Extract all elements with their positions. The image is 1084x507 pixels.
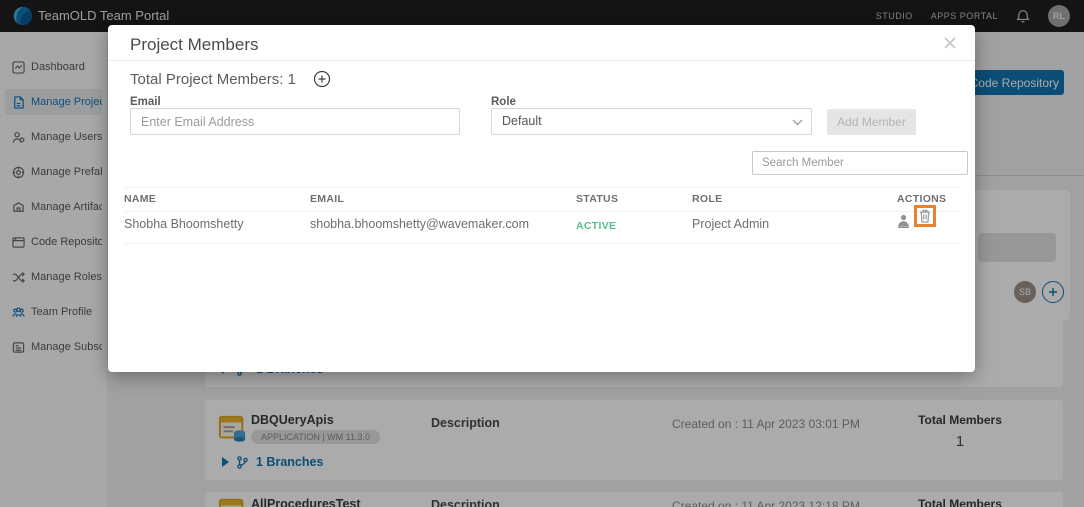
email-label: Email <box>130 96 161 108</box>
role-dropdown[interactable]: Default <box>491 108 812 135</box>
column-header-name: NAME <box>124 193 156 205</box>
total-members-row: Total Project Members: 1 <box>130 71 296 88</box>
search-member-input[interactable] <box>752 151 968 175</box>
add-member-button[interactable]: Add Member <box>827 109 916 135</box>
role-label: Role <box>491 96 516 108</box>
member-name-cell: Shobha Bhoomshetty <box>124 217 244 231</box>
close-icon[interactable] <box>943 36 957 50</box>
modal-header-divider <box>108 60 975 61</box>
chevron-down-icon <box>792 119 803 126</box>
total-project-members-label: Total Project Members: <box>130 71 283 88</box>
delete-action-highlight-box[interactable] <box>914 205 936 227</box>
role-selected-value: Default <box>502 114 542 128</box>
project-members-modal: Project Members Total Project Members: 1… <box>108 25 975 372</box>
trash-icon <box>919 209 931 223</box>
email-field[interactable] <box>130 108 460 135</box>
member-role-cell: Project Admin <box>692 217 769 231</box>
add-member-plus-icon[interactable] <box>313 70 331 88</box>
total-project-members-value: 1 <box>288 71 296 88</box>
table-top-divider <box>124 187 959 188</box>
member-email-cell: shobha.bhoomshetty@wavemaker.com <box>310 217 529 231</box>
column-header-role: ROLE <box>692 193 722 205</box>
table-row-divider <box>124 243 959 244</box>
change-owner-person-icon[interactable] <box>897 214 910 228</box>
column-header-email: EMAIL <box>310 193 344 205</box>
column-header-actions: ACTIONS <box>897 193 946 205</box>
member-status-badge: ACTIVE <box>576 220 616 232</box>
modal-title: Project Members <box>130 35 258 55</box>
table-header-divider <box>124 211 959 212</box>
app-window: TeamOLD Team Portal STUDIO APPS PORTAL R… <box>0 0 1084 507</box>
column-header-status: STATUS <box>576 193 618 205</box>
